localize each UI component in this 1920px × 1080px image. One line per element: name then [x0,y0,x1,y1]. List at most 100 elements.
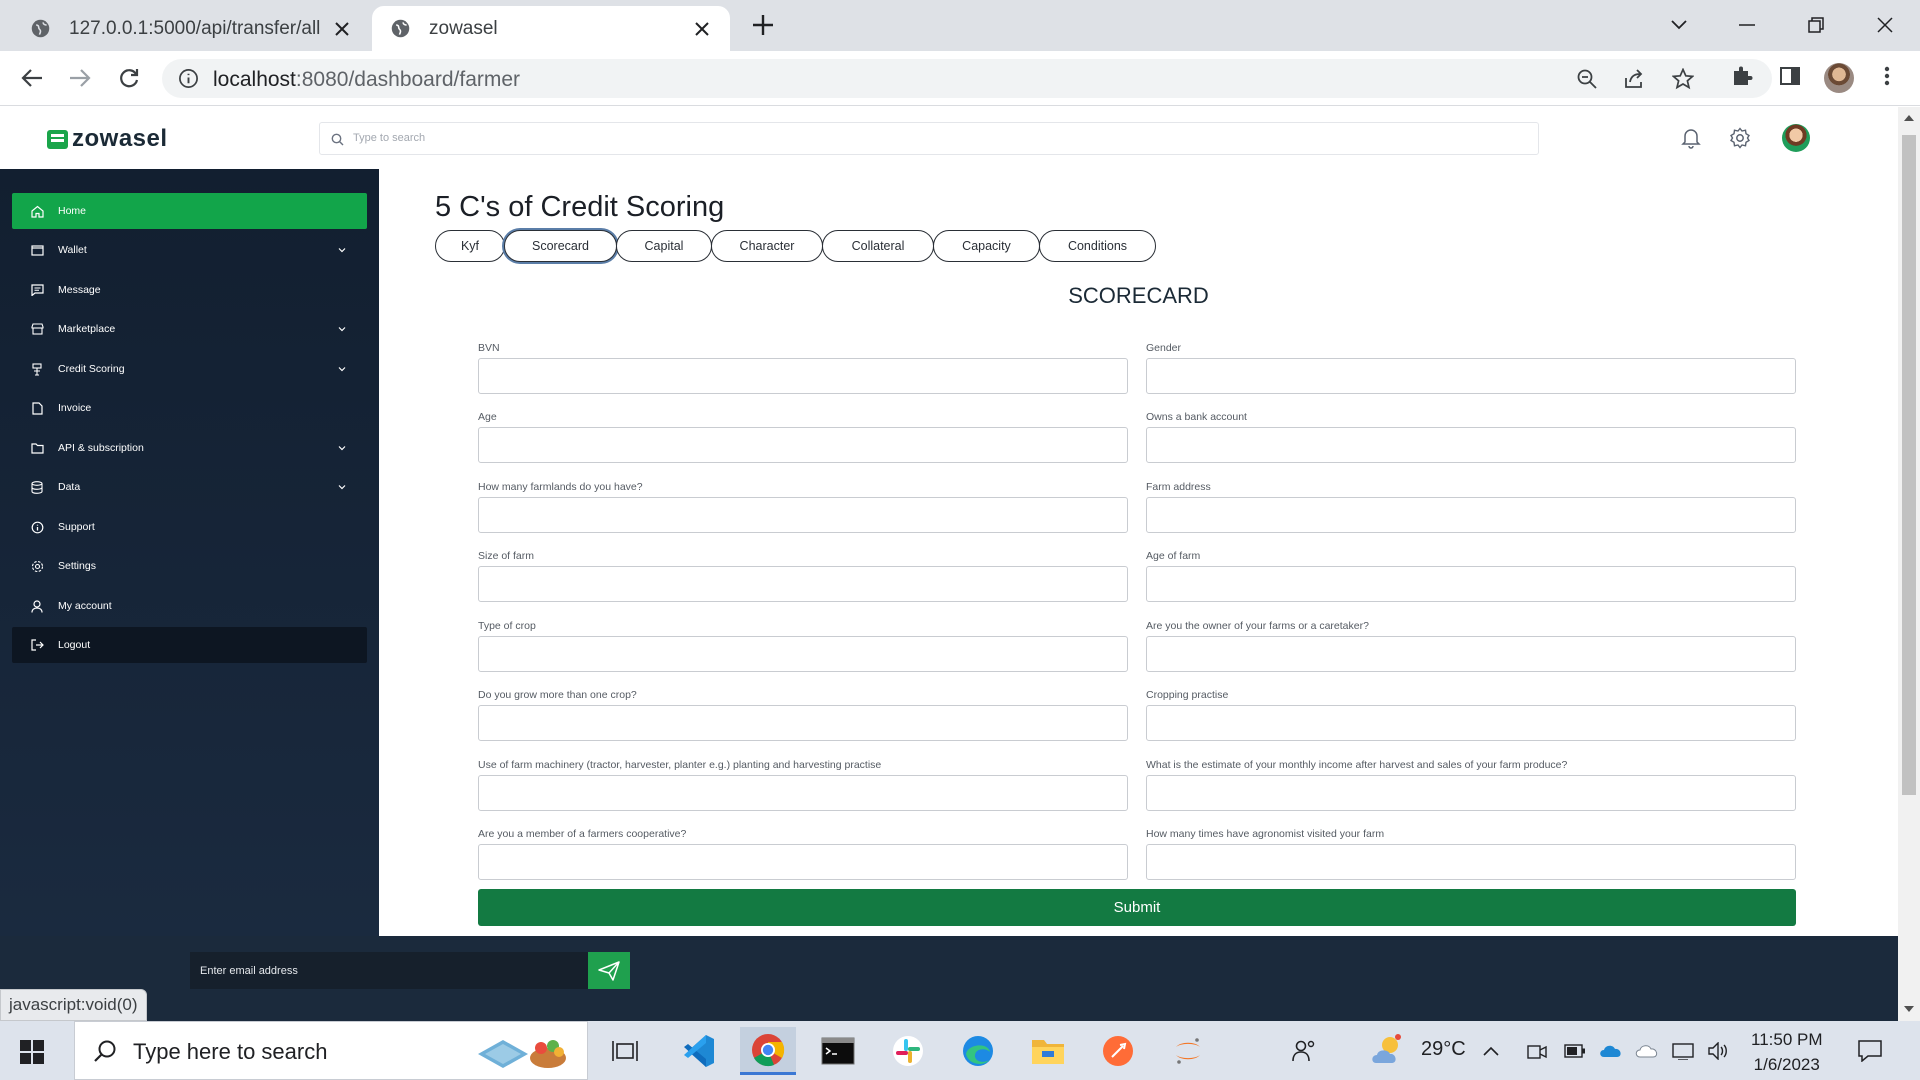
sidebar-item-settings[interactable]: Settings [12,548,367,584]
bell-icon[interactable] [1676,123,1706,153]
close-icon[interactable] [332,19,352,39]
sidebar-item-api-subscription[interactable]: API & subscription [12,430,367,466]
bank-account-input[interactable] [1146,427,1796,463]
newsletter-send-button[interactable] [588,952,630,989]
crop-type-input[interactable] [478,636,1128,672]
minimize-icon[interactable] [1732,10,1762,40]
address-bar[interactable]: localhost:8080/dashboard/farmer [162,59,1772,98]
onedrive-personal-icon[interactable] [1632,1027,1662,1075]
user-avatar[interactable] [1782,124,1810,152]
sidebar-item-home[interactable]: Home [12,193,367,229]
windows-start-icon[interactable] [20,1040,44,1064]
sidebar-item-my-account[interactable]: My account [12,588,367,624]
page-scrollbar[interactable] [1898,107,1920,1021]
gear-icon[interactable] [1725,123,1755,153]
new-tab-icon[interactable] [751,13,775,37]
file-explorer-icon[interactable] [1020,1027,1076,1075]
slack-icon[interactable] [880,1027,936,1075]
field-label: Are you a member of a farmers cooperativ… [478,828,687,840]
farm-machinery-input[interactable] [478,775,1128,811]
cooperative-member-input[interactable] [478,844,1128,880]
logo-mark-icon [47,129,68,149]
tab-kyf[interactable]: Kyf [435,230,505,262]
field-cropping-practise: Cropping practise [1146,689,1796,741]
multiple-crops-input[interactable] [478,705,1128,741]
tab-scorecard[interactable]: Scorecard [504,230,617,262]
sidebar-item-invoice[interactable]: Invoice [12,390,367,426]
people-icon[interactable] [1276,1027,1332,1075]
jupyter-icon[interactable] [1160,1027,1216,1075]
zoom-out-icon[interactable] [1576,68,1598,90]
close-icon[interactable] [692,19,712,39]
taskbar-search-placeholder: Type here to search [133,1039,328,1064]
sidebar-item-logout[interactable]: Logout [12,627,367,663]
taskbar-search-box[interactable]: Type here to search [74,1021,588,1080]
tab-capital[interactable]: Capital [616,230,712,262]
reload-icon[interactable] [115,64,143,92]
tray-chevron-up-icon[interactable] [1476,1027,1506,1075]
tab-capacity[interactable]: Capacity [933,230,1040,262]
onedrive-icon[interactable] [1596,1027,1626,1075]
sidebar-item-wallet[interactable]: Wallet [12,232,367,268]
cropping-practise-input[interactable] [1146,705,1796,741]
sidebar-item-message[interactable]: Message [12,272,367,308]
field-crop-type: Type of crop [478,620,1128,672]
tab-character[interactable]: Character [711,230,823,262]
submit-button[interactable]: Submit [478,889,1796,926]
extensions-icon[interactable] [1730,64,1754,88]
url-text: localhost:8080/dashboard/farmer [213,68,521,91]
task-view-icon[interactable] [597,1027,653,1075]
vscode-icon[interactable] [670,1027,726,1075]
search-input[interactable]: Type to search [319,122,1539,155]
monthly-income-input[interactable] [1146,775,1796,811]
tab-conditions[interactable]: Conditions [1039,230,1156,262]
bookmark-star-icon[interactable] [1672,68,1694,90]
share-icon[interactable] [1624,68,1646,90]
taskbar-clock[interactable]: 11:50 PM 1/6/2023 [1751,1027,1823,1077]
home-icon [30,204,44,218]
scroll-up-arrow-icon[interactable] [1904,115,1914,121]
farm-age-input[interactable] [1146,566,1796,602]
battery-icon[interactable] [1560,1027,1590,1075]
browser-profile-avatar[interactable] [1824,63,1854,93]
restore-icon[interactable] [1801,10,1831,40]
edge-icon[interactable] [950,1027,1006,1075]
weather-icon[interactable] [1360,1027,1416,1075]
side-panel-icon[interactable] [1778,64,1802,88]
farm-size-input[interactable] [478,566,1128,602]
close-window-icon[interactable] [1870,10,1900,40]
back-icon[interactable] [18,64,46,92]
browser-tab-api[interactable]: 127.0.0.1:5000/api/transfer/all [0,6,370,51]
postman-icon[interactable] [1090,1027,1146,1075]
sidebar-item-marketplace[interactable]: Marketplace [12,311,367,347]
terminal-icon[interactable] [810,1027,866,1075]
sidebar-item-support[interactable]: Support [12,509,367,545]
meet-now-icon[interactable] [1522,1027,1552,1075]
tab-collateral[interactable]: Collateral [822,230,934,262]
bvn-input[interactable] [478,358,1128,394]
chrome-icon[interactable] [740,1027,796,1075]
tab-search-chevron-icon[interactable] [1664,10,1694,40]
gender-input[interactable] [1146,358,1796,394]
scroll-down-arrow-icon[interactable] [1904,1006,1914,1012]
agronomist-visits-input[interactable] [1146,844,1796,880]
field-farm-machinery: Use of farm machinery (tractor, harveste… [478,759,1128,811]
forward-icon[interactable] [66,64,94,92]
weather-temperature[interactable]: 29°C [1421,1038,1466,1061]
sidebar-item-credit-scoring[interactable]: Credit Scoring [12,351,367,387]
volume-icon[interactable] [1704,1027,1734,1075]
browser-tab-zowasel[interactable]: zowasel [372,6,730,51]
owner-or-caretaker-input[interactable] [1146,636,1796,672]
site-info-icon[interactable] [178,68,199,89]
zowasel-logo[interactable]: zowasel [47,125,168,153]
age-input[interactable] [478,427,1128,463]
notifications-icon[interactable] [1855,1027,1885,1075]
more-menu-icon[interactable] [1875,64,1899,88]
logout-icon [30,638,44,652]
farm-address-input[interactable] [1146,497,1796,533]
farmlands-count-input[interactable] [478,497,1128,533]
scroll-thumb[interactable] [1902,135,1916,795]
sidebar-item-data[interactable]: Data [12,469,367,505]
newsletter-email-input[interactable]: Enter email address [190,952,588,989]
network-icon[interactable] [1668,1027,1698,1075]
